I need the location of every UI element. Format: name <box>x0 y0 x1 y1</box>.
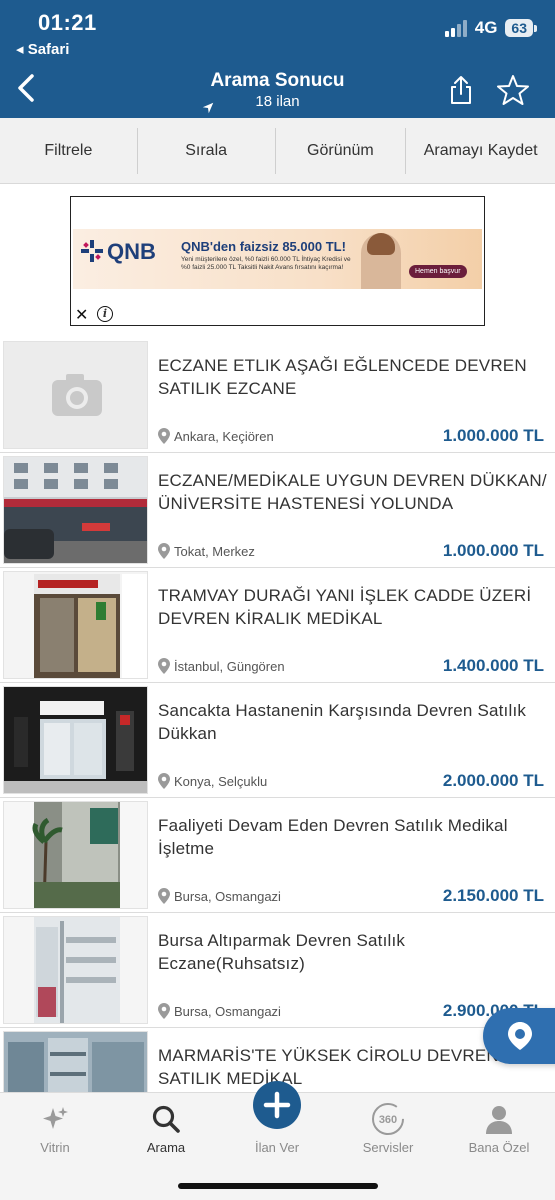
listing-thumbnail <box>3 341 148 449</box>
ad-close-icon[interactable]: ✕ <box>75 305 88 325</box>
listing-title: TRAMVAY DURAĞI YANI İŞLEK CADDE ÜZERİ DE… <box>158 586 532 628</box>
post-listing-button[interactable] <box>253 1081 301 1129</box>
sparkle-icon <box>5 1101 105 1137</box>
home-indicator <box>178 1183 378 1189</box>
listing-thumbnail <box>3 686 148 794</box>
360-icon: 360 <box>338 1101 438 1137</box>
palm-building-image <box>4 802 147 908</box>
listing-price: 2.150.000 TL <box>442 886 544 905</box>
listing-price: 1.400.000 TL <box>442 656 544 675</box>
listing-location-text: İstanbul, Güngören <box>174 658 285 674</box>
listing-row[interactable]: Sancakta Hastanenin Karşısında Devren Sa… <box>0 683 555 798</box>
location-pin-icon <box>158 428 170 444</box>
location-pin-icon <box>158 543 170 559</box>
location-pin-icon <box>158 888 170 904</box>
ad-person-image <box>361 233 401 289</box>
svg-text:360: 360 <box>379 1114 397 1126</box>
listing-location-text: Ankara, Keçiören <box>174 428 274 444</box>
map-view-button[interactable] <box>483 1008 555 1064</box>
listing-price: 1.000.000 TL <box>442 426 544 445</box>
listing-thumbnail <box>3 1031 148 1092</box>
search-icon <box>116 1101 216 1137</box>
favorite-search-button[interactable] <box>496 74 530 106</box>
ad-banner[interactable]: QNB QNB'den faizsiz 85.000 TL! Yeni müşt… <box>70 196 485 326</box>
listing-location: Konya, Selçuklu <box>158 773 267 789</box>
listing-title: Sancakta Hastanenin Karşısında Devren Sa… <box>158 701 527 743</box>
listing-list: ECZANE ETLIK AŞAĞI EĞLENCEDE DEVREN SATI… <box>0 338 555 1092</box>
filter-button[interactable]: Filtrele <box>0 128 137 174</box>
ad-small-text: Yeni müşterilere özel, %0 faizli 60.000 … <box>181 256 351 271</box>
tab-label: Vitrin <box>40 1140 70 1155</box>
results-toolbar: Filtrele Sırala Görünüm Aramayı Kaydet <box>0 118 555 184</box>
tab-arama[interactable]: Arama <box>116 1101 216 1155</box>
ad-creative[interactable]: QNB QNB'den faizsiz 85.000 TL! Yeni müşt… <box>73 229 482 289</box>
tab-bana-ozel[interactable]: Bana Özel <box>449 1101 549 1155</box>
share-icon <box>451 76 471 104</box>
camera-placeholder-icon <box>52 374 102 416</box>
status-time-text: 01:21 <box>38 10 97 35</box>
listing-location-text: Bursa, Osmangazi <box>174 888 281 904</box>
listing-location: Bursa, Osmangazi <box>158 888 281 904</box>
status-indicators: 4G 63 <box>444 18 537 38</box>
listing-title: Bursa Altıparmak Devren Satılık Eczane(R… <box>158 931 406 973</box>
qnb-mark-icon <box>81 240 103 262</box>
ad-brand-text: QNB <box>107 239 156 264</box>
cellular-signal-icon <box>444 19 467 37</box>
save-search-button[interactable]: Aramayı Kaydet <box>406 128 555 174</box>
listing-price: 2.000.000 TL <box>442 771 544 790</box>
tab-vitrin[interactable]: Vitrin <box>5 1101 105 1155</box>
share-button[interactable] <box>446 74 476 106</box>
listing-location: Bursa, Osmangazi <box>158 1003 281 1019</box>
star-icon <box>497 75 529 105</box>
listing-title: ECZANE ETLIK AŞAĞI EĞLENCEDE DEVREN SATI… <box>158 356 527 398</box>
listing-thumbnail <box>3 916 148 1024</box>
pharmacy-storefront-image <box>4 687 147 793</box>
listing-location-text: Tokat, Merkez <box>174 543 255 559</box>
listing-thumbnail <box>3 801 148 909</box>
location-pin-icon <box>158 658 170 674</box>
listing-location: İstanbul, Güngören <box>158 658 285 674</box>
medical-storefront-image <box>4 572 147 678</box>
listing-location-text: Bursa, Osmangazi <box>174 1003 281 1019</box>
listing-row[interactable]: ECZANE ETLIK AŞAĞI EĞLENCEDE DEVREN SATI… <box>0 338 555 453</box>
listing-price: 1.000.000 TL <box>442 541 544 560</box>
shelves-interior-image <box>4 1032 147 1092</box>
listing-title: Faaliyeti Devam Eden Devren Satılık Medi… <box>158 816 508 858</box>
view-button[interactable]: Görünüm <box>276 128 406 174</box>
tab-label: Bana Özel <box>468 1140 530 1155</box>
status-time: 01:21 <box>38 10 214 114</box>
listing-row[interactable]: Bursa Altıparmak Devren Satılık Eczane(R… <box>0 913 555 1028</box>
listing-row[interactable]: TRAMVAY DURAĞI YANI İŞLEK CADDE ÜZERİ DE… <box>0 568 555 683</box>
listing-thumbnail <box>3 571 148 679</box>
battery-indicator: 63 <box>505 19 537 37</box>
ad-info-icon[interactable]: i <box>97 306 113 322</box>
network-type: 4G <box>474 18 498 37</box>
sort-button[interactable]: Sırala <box>138 128 275 174</box>
listing-thumbnail <box>3 456 148 564</box>
listing-title: ECZANE/MEDİKALE UYGUN DEVREN DÜKKAN/ÜNİV… <box>158 471 547 513</box>
map-pin-icon <box>508 1022 532 1050</box>
street-building-image <box>4 457 147 563</box>
listing-location: Ankara, Keçiören <box>158 428 274 444</box>
listing-row[interactable]: Faaliyeti Devam Eden Devren Satılık Medi… <box>0 798 555 913</box>
listing-location: Tokat, Merkez <box>158 543 255 559</box>
location-pin-icon <box>158 1003 170 1019</box>
listing-row[interactable]: ECZANE/MEDİKALE UYGUN DEVREN DÜKKAN/ÜNİV… <box>0 453 555 568</box>
user-icon <box>449 1101 549 1137</box>
top-bar: 01:21 ◂ Safari 4G 63 Arama Sonucu 18 ila… <box>0 0 555 118</box>
tab-label: İlan Ver <box>254 1140 300 1155</box>
ad-headline: QNB'den faizsiz 85.000 TL! <box>181 239 346 254</box>
tab-servisler[interactable]: 360 Servisler <box>338 1101 438 1155</box>
plus-icon <box>263 1091 291 1119</box>
listing-location-text: Konya, Selçuklu <box>174 773 268 789</box>
tab-label: Arama <box>146 1140 186 1155</box>
back-to-safari[interactable]: ◂ Safari <box>16 40 69 58</box>
pharmacy-interior-image <box>4 917 147 1023</box>
location-pin-icon <box>158 773 170 789</box>
ad-cta-button[interactable]: Hemen başvur <box>409 265 467 278</box>
qnb-logo: QNB <box>81 239 156 265</box>
tab-label: Servisler <box>362 1140 414 1155</box>
